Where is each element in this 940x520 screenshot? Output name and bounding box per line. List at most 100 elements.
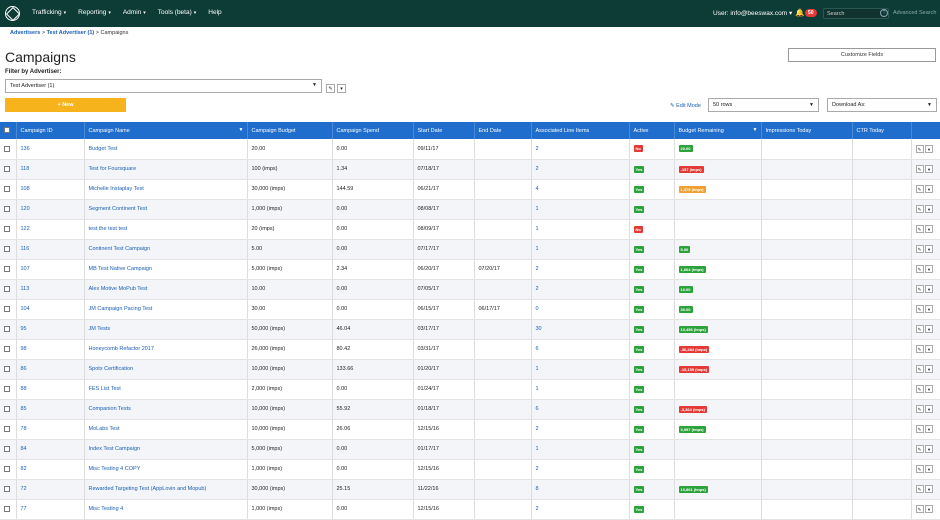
pencil-icon[interactable]: ✎ xyxy=(915,465,924,473)
cell-li[interactable]: 2 xyxy=(531,459,630,480)
cell-id[interactable]: 84 xyxy=(16,439,85,460)
cell-id[interactable]: 104 xyxy=(16,299,85,320)
column-header-campaign-spend[interactable]: Campaign Spend xyxy=(332,122,414,139)
table-row[interactable]: 82 Misc Testing 4 COPY 1,000 (imps) 0.00 12/… xyxy=(0,459,940,480)
pencil-icon[interactable]: ✎ xyxy=(915,385,924,393)
cell-li[interactable]: 2 xyxy=(531,499,630,520)
cell-name[interactable]: Budget Test xyxy=(84,139,248,160)
cell-id[interactable]: 77 xyxy=(16,499,85,520)
pencil-icon[interactable]: ✎ xyxy=(915,285,924,293)
chevron-down-icon[interactable]: ▾ xyxy=(337,84,346,93)
cell-name[interactable]: MB Test Native Campaign xyxy=(84,259,248,280)
chevron-down-icon[interactable]: ▾ xyxy=(925,465,934,473)
cell-id[interactable]: 107 xyxy=(16,259,85,280)
cell-name[interactable]: Rewarded Targeting Test (AppLovin and Mo… xyxy=(84,479,248,500)
cell-li[interactable]: 2 xyxy=(531,279,630,300)
cell-name[interactable]: Test for Foursquare xyxy=(84,159,248,180)
cell-name[interactable]: test the test test xyxy=(84,219,248,240)
table-row[interactable]: 108 Michelle Instaplay Test 30,000 (imps) 1… xyxy=(0,179,940,200)
cell-name[interactable]: MoLabs Test xyxy=(84,419,248,440)
pencil-icon[interactable]: ✎ xyxy=(915,505,924,513)
column-header-campaign-budget[interactable]: Campaign Budget xyxy=(247,122,333,139)
cell-li[interactable]: 4 xyxy=(531,179,630,200)
row-checkbox[interactable] xyxy=(4,285,10,292)
chevron-down-icon[interactable]: ▼ xyxy=(239,127,244,133)
help-icon[interactable]: ? xyxy=(880,9,888,17)
pencil-icon[interactable]: ✎ xyxy=(915,405,924,413)
chevron-down-icon[interactable]: ▾ xyxy=(925,505,934,513)
row-checkbox[interactable] xyxy=(4,185,10,192)
pencil-icon[interactable]: ✎ xyxy=(915,445,924,453)
chevron-down-icon[interactable]: ▾ xyxy=(925,265,934,273)
row-checkbox[interactable] xyxy=(4,465,10,472)
table-row[interactable]: 88 FES List Test 2,000 (imps) 0.00 01/24/17 1… xyxy=(0,379,940,400)
cell-li[interactable]: 6 xyxy=(531,339,630,360)
nav-trafficking[interactable]: Trafficking ▾ xyxy=(32,9,66,16)
nav-reporting[interactable]: Reporting ▾ xyxy=(78,9,111,16)
cell-id[interactable]: 98 xyxy=(16,339,85,360)
row-checkbox[interactable] xyxy=(4,385,10,392)
cell-name[interactable]: Segment Continent Test xyxy=(84,199,248,220)
chevron-down-icon[interactable]: ▾ xyxy=(925,225,934,233)
cell-id[interactable]: 122 xyxy=(16,219,85,240)
cell-li[interactable]: 8 xyxy=(531,479,630,500)
table-row[interactable]: 77 Misc Testing 4 1,000 (imps) 0.00 12/15/16… xyxy=(0,499,940,520)
table-row[interactable]: 95 JM Tests 50,000 (imps) 46.04 03/17/17 30 Ye… xyxy=(0,319,940,340)
column-header-end-date[interactable]: End Date xyxy=(474,122,532,139)
cell-id[interactable]: 85 xyxy=(16,399,85,420)
cell-li[interactable]: 2 xyxy=(531,259,630,280)
chevron-down-icon[interactable]: ▾ xyxy=(925,305,934,313)
breadcrumb-advertiser[interactable]: Test Advertiser (1) xyxy=(47,30,95,36)
column-header-budget-remaining[interactable]: Budget Remaining ▼ xyxy=(674,122,762,139)
row-checkbox[interactable] xyxy=(4,405,10,412)
chevron-down-icon[interactable]: ▾ xyxy=(925,345,934,353)
bell-icon[interactable]: 🔔 xyxy=(795,8,804,17)
cell-name[interactable]: JM Tests xyxy=(84,319,248,340)
column-header-campaign-name[interactable]: Campaign Name ▼ xyxy=(84,122,248,139)
select-all-checkbox[interactable] xyxy=(4,127,10,134)
customize-fields-button[interactable]: Customize Fields xyxy=(788,48,936,62)
chevron-down-icon[interactable]: ▾ xyxy=(925,365,934,373)
cell-id[interactable]: 95 xyxy=(16,319,85,340)
cell-name[interactable]: JM Campaign Pacing Test xyxy=(84,299,248,320)
row-checkbox[interactable] xyxy=(4,325,10,332)
table-row[interactable]: 85 Companion Tests 10,000 (imps) 55.92 01/18… xyxy=(0,399,940,420)
pencil-icon[interactable]: ✎ xyxy=(915,144,924,153)
advanced-search-link[interactable]: Advanced Search xyxy=(893,10,936,16)
chevron-down-icon[interactable]: ▾ xyxy=(925,165,934,173)
cell-id[interactable]: 82 xyxy=(16,459,85,480)
cell-id[interactable]: 120 xyxy=(16,199,85,220)
column-header-start-date[interactable]: Start Date xyxy=(413,122,475,139)
new-campaign-button[interactable]: + New xyxy=(5,98,126,112)
table-row[interactable]: 120 Segment Continent Test 1,000 (imps) 0.0… xyxy=(0,199,940,220)
row-checkbox[interactable] xyxy=(4,265,10,272)
row-checkbox[interactable] xyxy=(4,145,10,152)
chevron-down-icon[interactable]: ▾ xyxy=(925,285,934,293)
pencil-icon[interactable]: ✎ xyxy=(915,485,924,493)
chevron-down-icon[interactable]: ▾ xyxy=(925,144,934,153)
cell-li[interactable]: 1 xyxy=(531,239,630,260)
row-checkbox[interactable] xyxy=(4,225,10,232)
cell-name[interactable]: Spotx Certification xyxy=(84,359,248,380)
column-header-active[interactable]: Active xyxy=(629,122,675,139)
pencil-icon[interactable]: ✎ xyxy=(915,245,924,253)
cell-id[interactable]: 108 xyxy=(16,179,85,200)
row-checkbox[interactable] xyxy=(4,165,10,172)
chevron-down-icon[interactable]: ▾ xyxy=(925,245,934,253)
column-header-ctr-today[interactable]: CTR Today xyxy=(852,122,912,139)
pencil-icon[interactable]: ✎ xyxy=(915,325,924,333)
row-checkbox[interactable] xyxy=(4,305,10,312)
cell-id[interactable]: 118 xyxy=(16,159,85,180)
notification-badge[interactable]: 50 xyxy=(805,9,817,17)
cell-li[interactable]: 0 xyxy=(531,299,630,320)
chevron-down-icon[interactable]: ▾ xyxy=(925,485,934,493)
column-header-impressions-today[interactable]: Impressions Today xyxy=(761,122,853,139)
edit-mode-link[interactable]: ✎ Edit Mode xyxy=(670,103,701,109)
cell-name[interactable]: Alex Motive MoPub Test xyxy=(84,279,248,300)
chevron-down-icon[interactable]: ▼ xyxy=(753,127,758,133)
cell-li[interactable]: 2 xyxy=(531,159,630,180)
chevron-down-icon[interactable]: ▾ xyxy=(925,185,934,193)
user-menu[interactable]: User: info@beeswax.com ▾ xyxy=(713,9,792,17)
table-row[interactable]: 118 Test for Foursquare 100 (imps) 1.34 07/1… xyxy=(0,159,940,180)
table-row[interactable]: 107 MB Test Native Campaign 5,000 (imps) 2.… xyxy=(0,259,940,280)
